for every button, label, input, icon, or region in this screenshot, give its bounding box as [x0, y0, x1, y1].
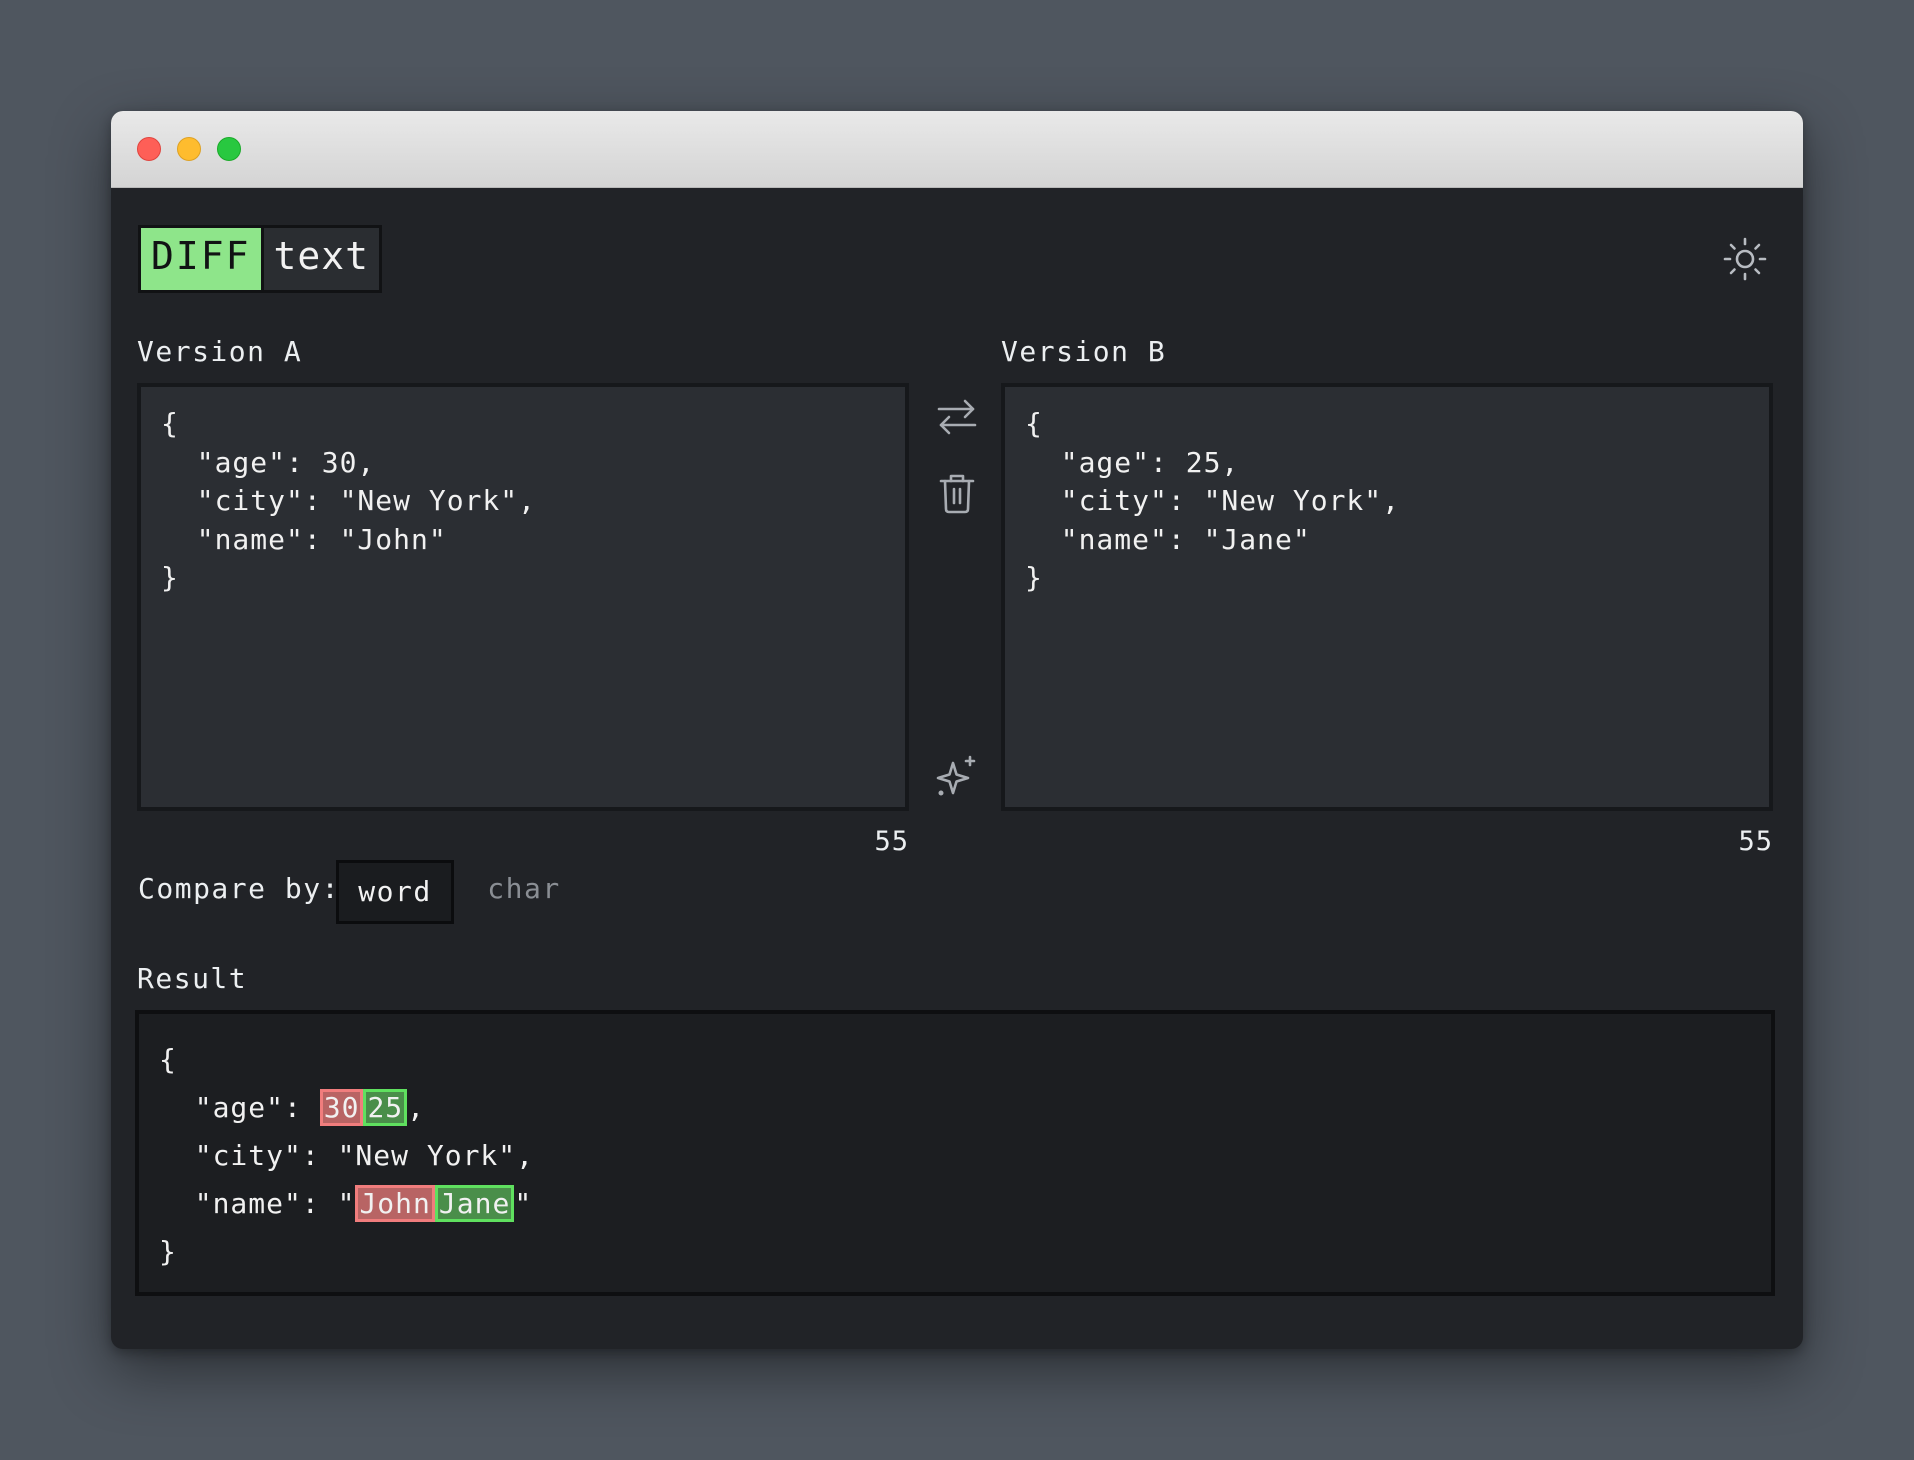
result-panel: { "age": 30 25, "city": "New York", "name…	[135, 1010, 1775, 1296]
unchanged-text: "name": "	[159, 1187, 356, 1220]
version-a-editor[interactable]: { "age": 30, "city": "New York", "name":…	[137, 383, 909, 811]
result-label: Result	[137, 962, 248, 995]
app-logo: DIFF text	[138, 225, 383, 293]
result-line: "name": " John Jane "	[159, 1180, 1751, 1228]
zoom-window-button[interactable]	[217, 137, 241, 161]
swap-button[interactable]	[933, 393, 981, 441]
added-token: 25	[363, 1089, 408, 1126]
version-b-label: Version B	[1001, 335, 1167, 368]
clear-button[interactable]	[933, 469, 981, 517]
compare-option-char[interactable]: char	[474, 860, 574, 924]
removed-token: John	[355, 1185, 435, 1222]
logo-highlight: DIFF	[141, 228, 261, 290]
compare-option-word[interactable]: word	[336, 860, 454, 924]
unchanged-text: "age":	[159, 1091, 320, 1124]
unchanged-text: "	[514, 1187, 533, 1220]
minimize-window-button[interactable]	[177, 137, 201, 161]
app-window: DIFF text Version A Version B { "age": 3…	[111, 111, 1803, 1349]
result-line: }	[159, 1228, 1751, 1276]
trash-icon	[939, 474, 975, 514]
added-token: Jane	[434, 1185, 515, 1222]
removed-token: 30	[319, 1089, 364, 1126]
sparkle-icon	[936, 755, 976, 796]
title-bar	[111, 111, 1803, 188]
swap-arrows-icon	[937, 399, 977, 435]
unchanged-text: "city": "New York",	[159, 1139, 535, 1172]
unchanged-text: ,	[407, 1091, 426, 1124]
version-b-char-count: 55	[1738, 826, 1773, 857]
sun-icon	[1723, 237, 1767, 281]
result-line: "city": "New York",	[159, 1132, 1751, 1180]
logo-text: text	[263, 228, 380, 290]
load-sample-button[interactable]	[933, 753, 981, 801]
version-b-editor[interactable]: { "age": 25, "city": "New York", "name":…	[1001, 383, 1773, 811]
version-a-char-count: 55	[874, 826, 909, 857]
result-line: "age": 30 25,	[159, 1084, 1751, 1132]
version-a-label: Version A	[137, 335, 303, 368]
result-line: {	[159, 1036, 1751, 1084]
theme-toggle-button[interactable]	[1721, 235, 1769, 283]
unchanged-text: {	[159, 1043, 177, 1076]
close-window-button[interactable]	[137, 137, 161, 161]
compare-by-label: Compare by:	[138, 872, 340, 905]
unchanged-text: }	[159, 1235, 177, 1268]
